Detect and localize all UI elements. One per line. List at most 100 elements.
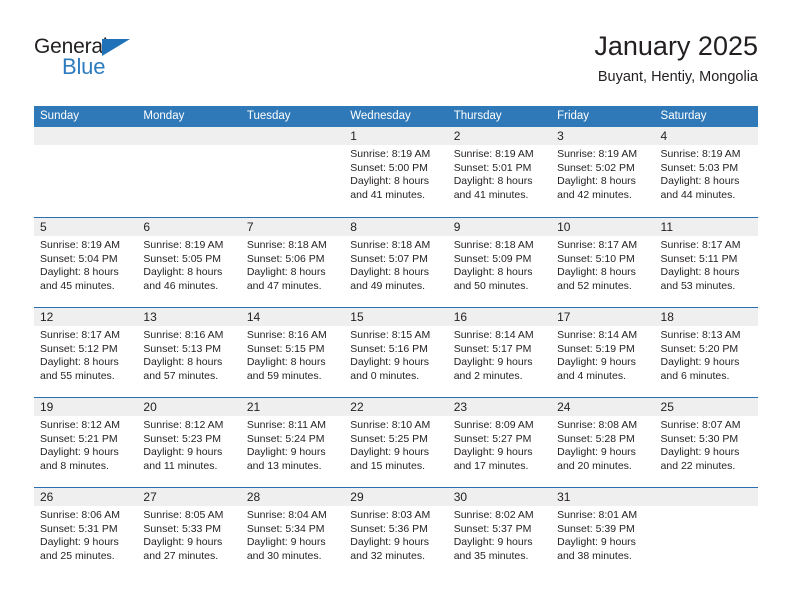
calendar-week-row: 5 Sunrise: 8:19 AM Sunset: 5:04 PM Daylight…: [34, 217, 758, 307]
calendar-day-cell[interactable]: 7 Sunrise: 8:18 AM Sunset: 5:06 PM Daylight…: [240, 218, 345, 307]
day-detail-line: Sunset: 5:02 PM: [557, 161, 635, 174]
day-details: Sunrise: 8:07 AM Sunset: 5:30 PM Daylight:…: [655, 416, 758, 473]
day-detail-line: Daylight: 8 hours: [557, 266, 636, 279]
calendar-day-cell[interactable]: 2 Sunrise: 8:19 AM Sunset: 5:01 PM Daylight…: [447, 127, 552, 217]
day-detail-line: and 2 minutes.: [453, 369, 523, 382]
day-number-strip: [137, 127, 241, 145]
page-title: January 2025: [594, 31, 758, 61]
calendar-day-cell[interactable]: 11 Sunrise: 8:17 AM Sunset: 5:11 PM Dayligh…: [654, 218, 758, 307]
day-detail-line: and 46 minutes.: [143, 279, 219, 292]
day-detail-line: and 41 minutes.: [453, 188, 529, 201]
day-detail-line: Daylight: 9 hours: [350, 536, 430, 549]
calendar-day-cell[interactable]: 28 Sunrise: 8:04 AM Sunset: 5:34 PM Dayligh…: [240, 488, 345, 577]
day-detail-line: Sunrise: 8:12 AM: [40, 419, 120, 431]
day-details: Sunrise: 8:06 AM Sunset: 5:31 PM Daylight:…: [34, 506, 137, 563]
calendar-day-cell[interactable]: 21 Sunrise: 8:11 AM Sunset: 5:24 PM Dayligh…: [240, 398, 345, 487]
calendar-day-cell[interactable]: 24 Sunrise: 8:08 AM Sunset: 5:28 PM Dayligh…: [551, 398, 655, 487]
calendar-day-cell[interactable]: 22 Sunrise: 8:10 AM Sunset: 5:25 PM Dayligh…: [344, 398, 448, 487]
day-detail-line: Sunrise: 8:18 AM: [246, 239, 327, 251]
day-detail-line: Sunset: 5:34 PM: [246, 522, 325, 535]
day-detail-line: Daylight: 8 hours: [557, 175, 636, 188]
day-detail-line: Sunrise: 8:19 AM: [453, 148, 534, 160]
calendar-day-cell[interactable]: 19 Sunrise: 8:12 AM Sunset: 5:21 PM Dayligh…: [34, 398, 138, 487]
day-detail-line: Daylight: 9 hours: [350, 446, 430, 459]
calendar-day-cell[interactable]: 13 Sunrise: 8:16 AM Sunset: 5:13 PM Dayligh…: [137, 308, 241, 397]
weekday-header-saturday: Saturday: [660, 110, 707, 122]
day-detail-line: and 45 minutes.: [40, 279, 115, 292]
day-number-strip: 15: [344, 308, 448, 326]
day-detail-line: Sunrise: 8:01 AM: [557, 509, 638, 521]
day-number-strip: 12: [34, 308, 138, 326]
calendar-day-cell[interactable]: 17 Sunrise: 8:14 AM Sunset: 5:19 PM Dayligh…: [551, 308, 655, 397]
day-details: Sunrise: 8:14 AM Sunset: 5:17 PM Daylight:…: [448, 326, 551, 383]
calendar-day-cell[interactable]: 6 Sunrise: 8:19 AM Sunset: 5:05 PM Daylight…: [137, 218, 241, 307]
calendar-day-cell[interactable]: 30 Sunrise: 8:02 AM Sunset: 5:37 PM Dayligh…: [447, 488, 552, 577]
calendar-day-cell[interactable]: 10 Sunrise: 8:17 AM Sunset: 5:10 PM Dayligh…: [551, 218, 655, 307]
calendar-day-cell[interactable]: 3 Sunrise: 8:19 AM Sunset: 5:02 PM Daylight…: [551, 127, 655, 217]
day-detail-line: Sunset: 5:21 PM: [40, 432, 118, 445]
calendar-day-cell[interactable]: 15 Sunrise: 8:15 AM Sunset: 5:16 PM Dayligh…: [344, 308, 448, 397]
calendar-day-cell[interactable]: 25 Sunrise: 8:07 AM Sunset: 5:30 PM Dayligh…: [654, 398, 758, 487]
day-detail-line: and 55 minutes.: [40, 369, 115, 382]
general-blue-logo[interactable]: General Blue: [34, 36, 214, 88]
day-detail-line: and 17 minutes.: [453, 459, 529, 472]
day-detail-line: and 49 minutes.: [350, 279, 425, 292]
day-details: Sunrise: 8:14 AM Sunset: 5:19 PM Daylight:…: [551, 326, 654, 383]
day-details: Sunrise: 8:19 AM Sunset: 5:02 PM Daylight:…: [551, 145, 654, 202]
day-detail-line: and 42 minutes.: [557, 188, 632, 201]
day-details: Sunrise: 8:03 AM Sunset: 5:36 PM Daylight:…: [344, 506, 447, 563]
calendar-day-cell[interactable]: 26 Sunrise: 8:06 AM Sunset: 5:31 PM Dayligh…: [34, 488, 138, 577]
calendar-day-cell[interactable]: 5 Sunrise: 8:19 AM Sunset: 5:04 PM Daylight…: [34, 218, 138, 307]
day-detail-line: Daylight: 9 hours: [40, 446, 119, 459]
day-detail-line: and 38 minutes.: [557, 549, 632, 562]
calendar-day-cell[interactable]: 9 Sunrise: 8:18 AM Sunset: 5:09 PM Daylight…: [447, 218, 552, 307]
day-detail-line: Sunrise: 8:19 AM: [143, 239, 224, 251]
calendar-day-cell[interactable]: 4 Sunrise: 8:19 AM Sunset: 5:03 PM Daylight…: [654, 127, 758, 217]
day-number: 18: [660, 310, 674, 324]
day-detail-line: Sunset: 5:20 PM: [660, 342, 739, 355]
day-detail-line: Daylight: 9 hours: [143, 536, 223, 549]
day-details: Sunrise: 8:16 AM Sunset: 5:13 PM Daylight:…: [137, 326, 240, 383]
day-detail-line: Sunset: 5:04 PM: [40, 252, 118, 265]
day-number-strip: 24: [551, 398, 655, 416]
calendar-day-cell[interactable]: 1 Sunrise: 8:19 AM Sunset: 5:00 PM Daylight…: [344, 127, 448, 217]
day-number: 5: [40, 220, 47, 234]
day-details: Sunrise: 8:19 AM Sunset: 5:04 PM Daylight:…: [34, 236, 137, 293]
day-detail-line: Sunrise: 8:16 AM: [246, 329, 327, 341]
calendar-week-row: 1 Sunrise: 8:19 AM Sunset: 5:00 PM Daylight…: [34, 127, 758, 217]
day-number: 19: [40, 400, 54, 414]
calendar-day-cell[interactable]: 14 Sunrise: 8:16 AM Sunset: 5:15 PM Dayligh…: [240, 308, 345, 397]
calendar-day-cell[interactable]: 20 Sunrise: 8:12 AM Sunset: 5:23 PM Dayligh…: [137, 398, 241, 487]
day-number: 30: [453, 490, 468, 504]
day-detail-line: Sunset: 5:33 PM: [143, 522, 222, 535]
day-number-strip: 9: [447, 218, 552, 236]
day-details: Sunrise: 8:17 AM Sunset: 5:12 PM Daylight:…: [34, 326, 137, 383]
day-detail-line: Sunrise: 8:05 AM: [143, 509, 224, 521]
day-number: 23: [453, 400, 468, 414]
day-number-strip: 11: [654, 218, 758, 236]
calendar-day-cell[interactable]: 12 Sunrise: 8:17 AM Sunset: 5:12 PM Dayligh…: [34, 308, 138, 397]
calendar-day-cell[interactable]: 23 Sunrise: 8:09 AM Sunset: 5:27 PM Dayligh…: [447, 398, 552, 487]
day-detail-line: and 32 minutes.: [350, 549, 425, 562]
day-number-strip: 23: [447, 398, 552, 416]
calendar-day-cell[interactable]: 29 Sunrise: 8:03 AM Sunset: 5:36 PM Dayligh…: [344, 488, 448, 577]
day-detail-line: Sunset: 5:13 PM: [143, 342, 222, 355]
day-detail-line: Sunset: 5:01 PM: [453, 161, 532, 174]
day-number: 9: [453, 220, 461, 234]
calendar-day-cell[interactable]: 27 Sunrise: 8:05 AM Sunset: 5:33 PM Dayligh…: [137, 488, 241, 577]
weekday-header-monday: Monday: [143, 110, 185, 122]
day-detail-line: Sunrise: 8:19 AM: [350, 148, 431, 160]
day-detail-line: Sunset: 5:12 PM: [40, 342, 118, 355]
calendar-day-cell[interactable]: 16 Sunrise: 8:14 AM Sunset: 5:17 PM Dayligh…: [447, 308, 552, 397]
calendar-day-cell[interactable]: 8 Sunrise: 8:18 AM Sunset: 5:07 PM Daylight…: [344, 218, 448, 307]
day-detail-line: Daylight: 9 hours: [660, 446, 740, 459]
day-number-strip: 1: [344, 127, 448, 145]
day-detail-line: Sunrise: 8:19 AM: [557, 148, 638, 160]
calendar-day-cell[interactable]: 18 Sunrise: 8:13 AM Sunset: 5:20 PM Dayligh…: [654, 308, 758, 397]
day-details: Sunrise: 8:18 AM Sunset: 5:07 PM Daylight:…: [344, 236, 447, 293]
day-detail-line: Sunset: 5:39 PM: [557, 522, 635, 535]
day-detail-line: Sunset: 5:25 PM: [350, 432, 428, 445]
calendar-day-cell[interactable]: 31 Sunrise: 8:01 AM Sunset: 5:39 PM Dayligh…: [551, 488, 655, 577]
day-detail-line: Sunrise: 8:15 AM: [350, 329, 431, 341]
day-detail-line: Sunrise: 8:07 AM: [660, 419, 741, 431]
